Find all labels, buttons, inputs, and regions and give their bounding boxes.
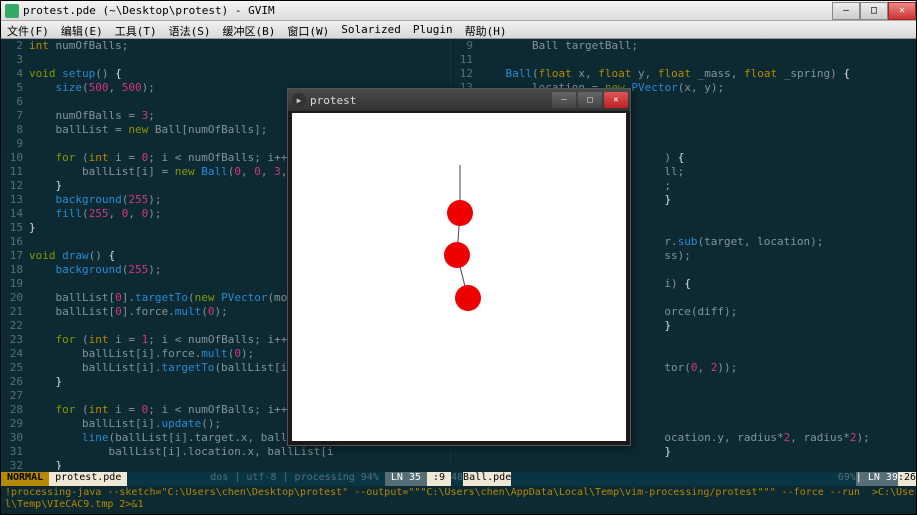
connecting-lines — [292, 113, 626, 441]
statusline-right: 48 Ball.pde 69% | LN 39 :26 — [451, 472, 916, 486]
column-right: :26 — [898, 472, 916, 486]
menu-plugin[interactable]: Plugin — [407, 21, 459, 38]
menu-file[interactable]: 文件(F) — [1, 21, 55, 38]
sketch-canvas[interactable] — [292, 113, 626, 441]
mode-indicator: NORMAL — [1, 472, 49, 486]
gap: 48 — [451, 472, 463, 486]
line-numbers-left: 2345678910111213141516171819202122232425… — [1, 39, 29, 470]
play-icon: ▶ — [292, 93, 306, 107]
minimize-button[interactable]: — — [832, 2, 860, 20]
position-right: | LN 39 — [856, 472, 898, 486]
gvim-menubar: 文件(F) 编辑(E) 工具(T) 语法(S) 缓冲区(B) 窗口(W) Sol… — [1, 21, 916, 39]
gvim-title: protest.pde (~\Desktop\protest) - GVIM — [23, 4, 832, 17]
maximize-button[interactable]: □ — [860, 2, 888, 20]
gvim-icon — [5, 4, 19, 18]
menu-buffers[interactable]: 缓冲区(B) — [217, 21, 282, 38]
sketch-close-button[interactable]: ✕ — [604, 92, 628, 108]
ball — [444, 242, 470, 268]
gvim-titlebar[interactable]: protest.pde (~\Desktop\protest) - GVIM —… — [1, 1, 916, 21]
position-left: LN 35 — [385, 472, 427, 486]
gvim-window-controls: — □ ✕ — [832, 2, 916, 20]
filename-right: Ball.pde — [463, 472, 511, 486]
close-button[interactable]: ✕ — [888, 2, 916, 20]
ball — [447, 200, 473, 226]
ball — [455, 285, 481, 311]
sketch-maximize-button[interactable]: □ — [578, 92, 602, 108]
menu-help[interactable]: 帮助(H) — [459, 21, 513, 38]
fileinfo-right: 69% — [511, 472, 856, 486]
line-numbers-right: 9111213 — [451, 39, 479, 95]
sketch-titlebar[interactable]: ▶ protest — □ ✕ — [288, 89, 630, 111]
menu-window[interactable]: 窗口(W) — [281, 21, 335, 38]
column-left: :9 — [427, 472, 451, 486]
sketch-title: protest — [310, 94, 552, 107]
command-output: !processing-java --sketch="C:\Users\chen… — [1, 486, 916, 514]
fileinfo-left: dos | utf-8 | processing 94% — [127, 472, 384, 486]
filename-left: protest.pde — [49, 472, 127, 486]
menu-edit[interactable]: 编辑(E) — [55, 21, 109, 38]
sketch-minimize-button[interactable]: — — [552, 92, 576, 108]
menu-tools[interactable]: 工具(T) — [109, 21, 163, 38]
menu-solarized[interactable]: Solarized — [335, 21, 407, 38]
statusline-left: NORMAL protest.pde dos | utf-8 | process… — [1, 472, 451, 486]
sketch-window-controls: — □ ✕ — [552, 92, 630, 108]
sketch-window[interactable]: ▶ protest — □ ✕ — [287, 88, 631, 446]
menu-syntax[interactable]: 语法(S) — [163, 21, 217, 38]
